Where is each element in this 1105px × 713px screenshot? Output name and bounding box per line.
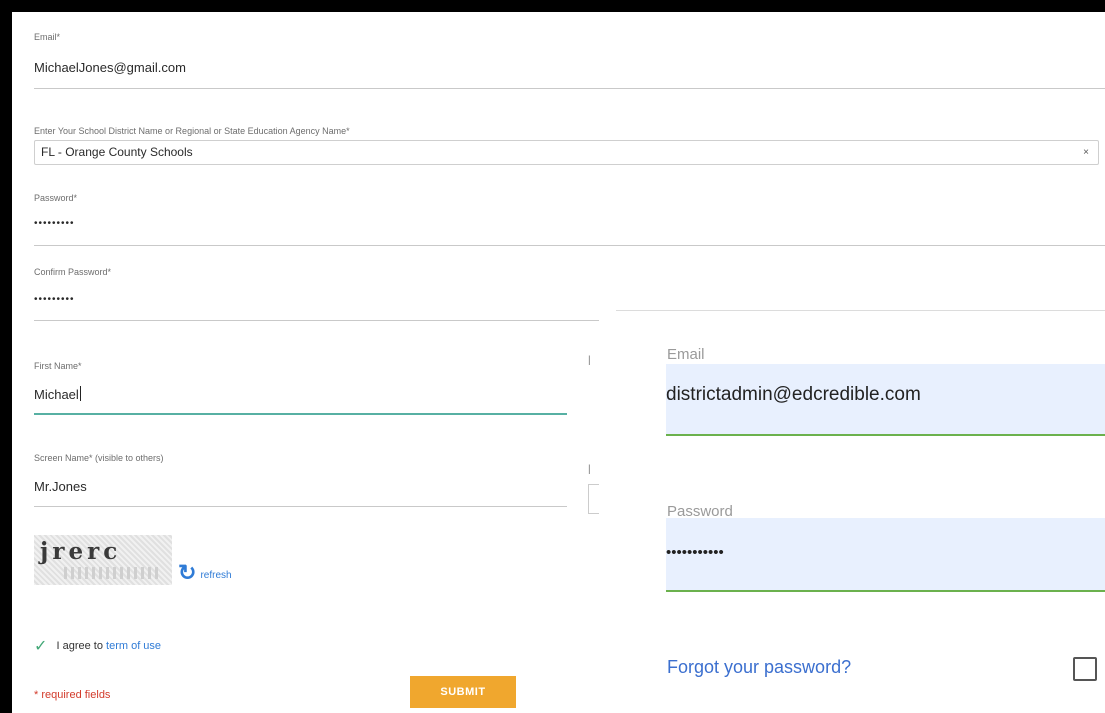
login-password-value: ••••••••••• [666,544,724,561]
text-caret [79,386,81,401]
first-name-field[interactable]: Michael [34,386,81,402]
submit-button[interactable]: SUBMIT [410,676,516,708]
login-email-field[interactable]: districtadmin@edcredible.com [666,364,1105,436]
email-field[interactable]: MichaelJones@gmail.com [34,60,186,75]
forgot-password-link[interactable]: Forgot your password? [667,657,851,678]
captcha-refresh-button[interactable]: ↻ refresh [178,560,232,586]
email-underline [34,88,1105,89]
confirm-password-field[interactable]: ••••••••• [34,294,75,305]
hidden-field-mark: | [588,464,591,475]
first-name-label: First Name* [34,361,82,371]
captcha-image: jrerc [34,535,172,585]
password-field[interactable]: ••••••••• [34,218,75,229]
password-label: Password* [34,193,78,203]
password-underline [34,245,1105,246]
first-name-value: Michael [34,387,79,402]
terms-link[interactable]: term of use [106,640,161,652]
required-note: * required fields [34,689,111,701]
captcha-noise [64,567,159,579]
first-name-underline [34,413,567,415]
clear-icon[interactable]: × [1083,147,1089,158]
refresh-icon: ↻ [178,560,197,585]
captcha-text: jrerc [40,538,122,565]
screen-name-field[interactable]: Mr.Jones [34,479,87,494]
login-email-label: Email [667,346,705,363]
terms-agreement[interactable]: ✓ I agree to term of use [34,636,161,656]
screen-name-underline [34,506,567,507]
login-password-field[interactable]: ••••••••••• [666,518,1105,592]
district-value: FL - Orange County Schools [41,145,193,159]
login-email-value: districtadmin@edcredible.com [666,384,921,405]
check-icon[interactable]: ✓ [34,638,47,655]
district-select[interactable]: FL - Orange County Schools × [34,140,1099,165]
agree-text: I agree to [56,640,103,652]
confirm-password-label: Confirm Password* [34,267,112,277]
remember-me-checkbox[interactable] [1073,657,1097,681]
refresh-label: refresh [200,570,232,581]
email-label: Email* [34,32,61,42]
screen-name-label: Screen Name* (visible to others) [34,453,164,463]
district-label: Enter Your School District Name or Regio… [34,126,350,136]
login-form: Email districtadmin@edcredible.com Passw… [599,310,1105,713]
hidden-field-mark: | [588,355,591,366]
divider [616,310,1105,311]
